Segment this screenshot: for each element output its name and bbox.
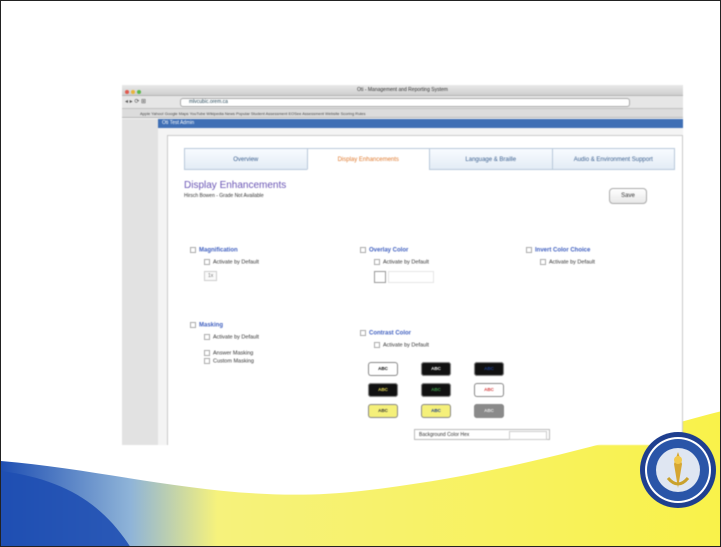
address-bar[interactable]: mlvcubic.orem.ca	[180, 98, 630, 107]
contrast-swatch-4[interactable]: ABC	[368, 383, 398, 397]
nav-buttons[interactable]: ◂ ▸ ⟳ ⊞	[125, 98, 146, 105]
slide: Oti - Management and Reporting System ◂ …	[0, 0, 721, 547]
background-hex-input[interactable]	[509, 431, 547, 440]
tab-audio-environment[interactable]: Audio & Environment Support	[551, 148, 675, 170]
invert-checkbox[interactable]: Invert Color Choice	[526, 247, 595, 254]
contrast-section: Contrast Color Activate by Default	[360, 330, 429, 348]
contrast-default-checkbox[interactable]: Activate by Default	[360, 342, 429, 348]
masking-section: Masking Activate by Default Answer Maski…	[190, 322, 259, 365]
answer-masking-checkbox[interactable]: Answer Masking	[190, 350, 259, 356]
contrast-swatch-7[interactable]: ABC	[368, 404, 398, 418]
overlay-color-picker[interactable]	[374, 271, 434, 284]
magnification-checkbox[interactable]: Magnification	[190, 247, 259, 254]
tab-language-braille[interactable]: Language & Braille	[429, 148, 553, 170]
browser-titlebar: Oti - Management and Reporting System	[122, 85, 683, 96]
magnification-default-checkbox[interactable]: Activate by Default	[190, 259, 259, 265]
contrast-checkbox[interactable]: Contrast Color	[360, 330, 429, 337]
window-title: Oti - Management and Reporting System	[357, 87, 448, 93]
custom-masking-checkbox[interactable]: Custom Masking	[190, 358, 259, 365]
contrast-swatch-9[interactable]: ABC	[474, 404, 504, 418]
contrast-swatch-6[interactable]: ABC	[474, 383, 504, 397]
masking-checkbox[interactable]: Masking	[190, 322, 259, 329]
background-hex-label: Background Color Hex	[419, 432, 470, 438]
left-gutter	[122, 119, 158, 445]
overlay-default-checkbox[interactable]: Activate by Default	[360, 259, 434, 265]
contrast-swatch-2[interactable]: ABC	[421, 362, 451, 376]
browser-screenshot: Oti - Management and Reporting System ◂ …	[122, 85, 683, 445]
panel-subtitle: Hirsch Bowen - Grade Not Available	[184, 193, 264, 199]
save-button[interactable]: Save	[609, 188, 647, 204]
tab-display-enhancements[interactable]: Display Enhancements	[306, 148, 430, 170]
browser-toolbar: ◂ ▸ ⟳ ⊞ mlvcubic.orem.ca	[122, 96, 683, 109]
invert-default-checkbox[interactable]: Activate by Default	[526, 259, 595, 265]
magnification-select[interactable]: 1x	[204, 271, 218, 282]
overlay-swatch-row	[388, 271, 434, 284]
settings-panel: Overview Display Enhancements Language &…	[167, 135, 683, 445]
overlay-swatch[interactable]	[374, 271, 386, 284]
seal-icon	[640, 432, 716, 508]
contrast-swatch-1[interactable]: ABC	[368, 362, 398, 376]
contrast-swatch-3[interactable]: ABC	[474, 362, 504, 376]
panel-title: Display Enhancements	[184, 180, 287, 191]
app-header: Oti Test Admin	[158, 119, 683, 128]
tab-overview[interactable]: Overview	[184, 148, 308, 170]
contrast-swatch-8[interactable]: ABC	[421, 404, 451, 418]
tab-bar: Overview Display Enhancements Language &…	[184, 148, 675, 170]
bookmarks-bar[interactable]: Apple Yahoo! Google Maps YouTube Wikiped…	[122, 109, 683, 118]
invert-section: Invert Color Choice Activate by Default	[526, 247, 595, 265]
background-hex-field: Background Color Hex	[414, 429, 550, 440]
overlay-section: Overlay Color Activate by Default	[360, 247, 434, 284]
overlay-checkbox[interactable]: Overlay Color	[360, 247, 434, 254]
contrast-swatch-5[interactable]: ABC	[421, 383, 451, 397]
masking-default-checkbox[interactable]: Activate by Default	[190, 334, 259, 340]
magnification-section: Magnification Activate by Default 1x	[190, 247, 259, 282]
